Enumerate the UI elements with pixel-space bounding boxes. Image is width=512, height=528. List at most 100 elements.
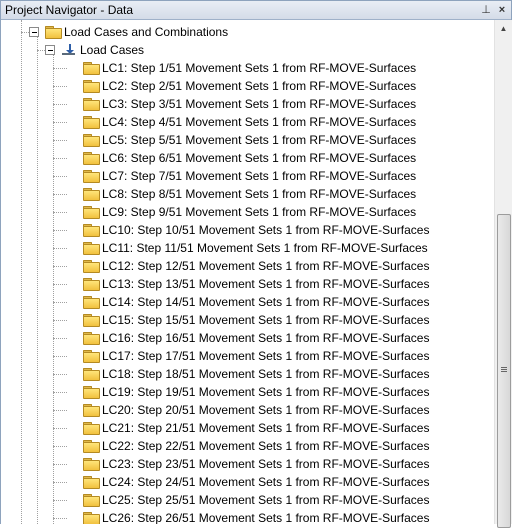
tree-line <box>53 428 67 429</box>
tree-node-load-case[interactable]: LC11: Step 11/51 Movement Sets 1 from RF… <box>83 239 428 257</box>
tree-line <box>53 302 67 303</box>
tree-line <box>53 410 67 411</box>
tree-node-label: LC26: Step 26/51 Movement Sets 1 from RF… <box>102 511 430 524</box>
tree-node-load-case[interactable]: LC7: Step 7/51 Movement Sets 1 from RF-M… <box>83 167 416 185</box>
tree-line <box>37 50 45 51</box>
tree-node-label: LC23: Step 23/51 Movement Sets 1 from RF… <box>102 457 430 471</box>
folder-icon <box>83 134 100 147</box>
scrollbar-thumb[interactable] <box>497 214 511 528</box>
folder-icon <box>83 206 100 219</box>
folder-icon <box>83 98 100 111</box>
tree-node-load-case[interactable]: LC20: Step 20/51 Movement Sets 1 from RF… <box>83 401 429 419</box>
tree-node-load-case[interactable]: LC2: Step 2/51 Movement Sets 1 from RF-M… <box>83 77 416 95</box>
tree-node-label: LC5: Step 5/51 Movement Sets 1 from RF-M… <box>102 133 417 147</box>
tree-node-load-case[interactable]: LC6: Step 6/51 Movement Sets 1 from RF-M… <box>83 149 416 167</box>
tree-node-load-cases[interactable]: Load Cases <box>61 41 144 59</box>
tree-node-load-case[interactable]: LC3: Step 3/51 Movement Sets 1 from RF-M… <box>83 95 416 113</box>
tree-line <box>53 86 67 87</box>
tree-node-label: LC22: Step 22/51 Movement Sets 1 from RF… <box>102 439 430 453</box>
scroll-up-arrow-icon[interactable]: ▲ <box>495 20 512 37</box>
tree-line <box>53 464 67 465</box>
folder-icon <box>83 350 100 363</box>
tree-node-load-case[interactable]: LC15: Step 15/51 Movement Sets 1 from RF… <box>83 311 429 329</box>
panel-titlebar[interactable]: Project Navigator - Data ⊥ × <box>1 1 511 20</box>
scroll-grip-icon <box>501 367 507 368</box>
tree-node-load-case[interactable]: LC21: Step 21/51 Movement Sets 1 from RF… <box>83 419 429 437</box>
tree-node-label: LC9: Step 9/51 Movement Sets 1 from RF-M… <box>102 205 417 219</box>
tree-node-load-case[interactable]: LC10: Step 10/51 Movement Sets 1 from RF… <box>83 221 429 239</box>
tree-node-label: LC10: Step 10/51 Movement Sets 1 from RF… <box>102 223 430 237</box>
tree-line <box>53 518 67 519</box>
tree-node-load-case[interactable]: LC9: Step 9/51 Movement Sets 1 from RF-M… <box>83 203 416 221</box>
folder-icon <box>83 404 100 417</box>
tree-node-label: Load Cases and Combinations <box>64 25 229 39</box>
tree-node-load-cases-and-combinations[interactable]: Load Cases and Combinations <box>45 23 228 41</box>
tree-line <box>53 338 67 339</box>
tree-node-label: LC13: Step 13/51 Movement Sets 1 from RF… <box>102 277 430 291</box>
tree-node-label: LC11: Step 11/51 Movement Sets 1 from RF… <box>102 241 428 255</box>
tree-node-load-case[interactable]: LC16: Step 16/51 Movement Sets 1 from RF… <box>83 329 429 347</box>
tree-node-load-case[interactable]: LC24: Step 24/51 Movement Sets 1 from RF… <box>83 473 429 491</box>
tree-node-load-case[interactable]: LC18: Step 18/51 Movement Sets 1 from RF… <box>83 365 429 383</box>
folder-icon <box>83 62 100 75</box>
folder-icon <box>83 422 100 435</box>
tree-node-label: LC24: Step 24/51 Movement Sets 1 from RF… <box>102 475 430 489</box>
tree-node-label: LC14: Step 14/51 Movement Sets 1 from RF… <box>102 295 430 309</box>
scroll-grip-icon <box>501 369 507 370</box>
panel-title: Project Navigator - Data <box>5 3 134 17</box>
tree-node-load-case[interactable]: LC4: Step 4/51 Movement Sets 1 from RF-M… <box>83 113 416 131</box>
tree-node-load-case[interactable]: LC25: Step 25/51 Movement Sets 1 from RF… <box>83 491 429 509</box>
tree-node-load-case[interactable]: LC1: Step 1/51 Movement Sets 1 from RF-M… <box>83 59 416 77</box>
close-icon[interactable]: × <box>495 3 509 17</box>
tree-node-label: LC19: Step 19/51 Movement Sets 1 from RF… <box>102 385 430 399</box>
tree-line <box>53 140 67 141</box>
folder-icon <box>83 494 100 507</box>
tree-node-load-case[interactable]: LC12: Step 12/51 Movement Sets 1 from RF… <box>83 257 429 275</box>
tree-line <box>53 248 67 249</box>
tree-node-load-case[interactable]: LC5: Step 5/51 Movement Sets 1 from RF-M… <box>83 131 416 149</box>
scroll-grip-icon <box>501 371 507 372</box>
tree-line <box>53 446 67 447</box>
folder-icon <box>83 224 100 237</box>
folder-icon <box>83 440 100 453</box>
tree-node-load-case[interactable]: LC23: Step 23/51 Movement Sets 1 from RF… <box>83 455 429 473</box>
tree-node-load-case[interactable]: LC19: Step 19/51 Movement Sets 1 from RF… <box>83 383 429 401</box>
tree-line <box>53 104 67 105</box>
vertical-scrollbar[interactable]: ▲ <box>494 20 512 528</box>
tree-node-label: LC20: Step 20/51 Movement Sets 1 from RF… <box>102 403 430 417</box>
folder-icon <box>83 260 100 273</box>
tree-node-load-case[interactable]: LC22: Step 22/51 Movement Sets 1 from RF… <box>83 437 429 455</box>
tree-line <box>53 500 67 501</box>
folder-icon <box>83 476 100 489</box>
folder-icon <box>83 386 100 399</box>
tree-line <box>53 230 67 231</box>
project-navigator-panel: Project Navigator - Data ⊥ × Load Cases … <box>0 0 512 528</box>
tree-node-load-case[interactable]: LC8: Step 8/51 Movement Sets 1 from RF-M… <box>83 185 416 203</box>
collapse-toggle-icon[interactable] <box>45 45 55 55</box>
tree-line <box>53 266 67 267</box>
folder-icon <box>83 512 100 524</box>
tree-node-label: LC7: Step 7/51 Movement Sets 1 from RF-M… <box>102 169 417 183</box>
tree-node-load-case[interactable]: LC14: Step 14/51 Movement Sets 1 from RF… <box>83 293 429 311</box>
tree-node-label: LC21: Step 21/51 Movement Sets 1 from RF… <box>102 421 430 435</box>
tree-node-load-case[interactable]: LC13: Step 13/51 Movement Sets 1 from RF… <box>83 275 429 293</box>
tree-node-load-case[interactable]: LC17: Step 17/51 Movement Sets 1 from RF… <box>83 347 429 365</box>
tree-node-label: LC18: Step 18/51 Movement Sets 1 from RF… <box>102 367 430 381</box>
pin-icon[interactable]: ⊥ <box>479 3 493 17</box>
tree-node-label: LC8: Step 8/51 Movement Sets 1 from RF-M… <box>102 187 417 201</box>
tree-node-load-case[interactable]: LC26: Step 26/51 Movement Sets 1 from RF… <box>83 509 429 524</box>
tree-line <box>53 194 67 195</box>
tree-line <box>53 122 67 123</box>
load-case-icon <box>61 43 77 57</box>
tree-line <box>53 158 67 159</box>
tree-line <box>53 482 67 483</box>
tree-line <box>53 212 67 213</box>
tree-node-label: LC25: Step 25/51 Movement Sets 1 from RF… <box>102 493 430 507</box>
tree-line <box>53 392 67 393</box>
tree-line <box>53 320 67 321</box>
collapse-toggle-icon[interactable] <box>29 27 39 37</box>
tree-line <box>37 34 38 524</box>
tree-node-label: LC16: Step 16/51 Movement Sets 1 from RF… <box>102 331 430 345</box>
tree-node-label: LC4: Step 4/51 Movement Sets 1 from RF-M… <box>102 115 417 129</box>
tree-node-label: LC2: Step 2/51 Movement Sets 1 from RF-M… <box>102 79 417 93</box>
